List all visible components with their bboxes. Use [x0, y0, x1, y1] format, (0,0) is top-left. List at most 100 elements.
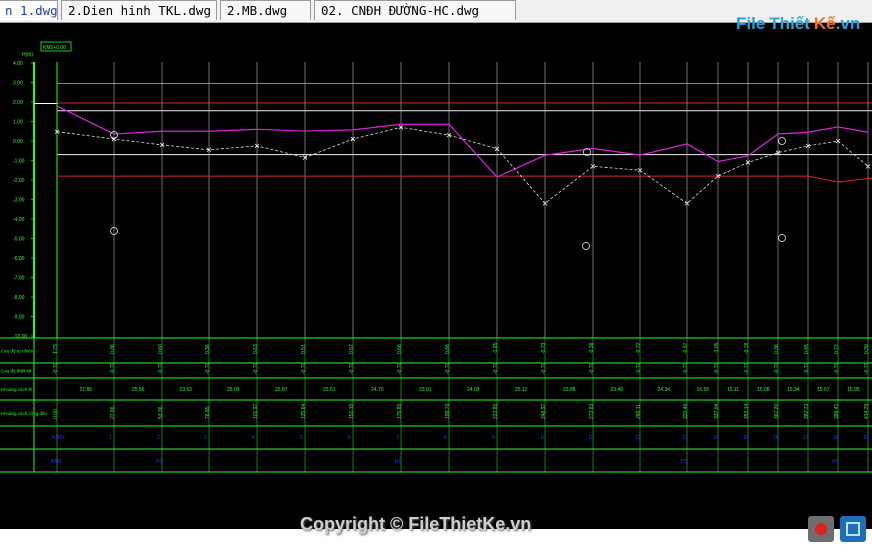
survey-marker-icon — [778, 137, 786, 145]
segment-distance-value: 24.34 — [658, 387, 671, 393]
design-elevation-value: -0.70 — [714, 362, 720, 374]
profile-drawing: H(m)KM0+0.004.003.002.001.000.00-1.00-2.… — [0, 41, 872, 473]
table-row-label: Cao độ thiết kế — [1, 369, 32, 374]
design-elevation-value: -0.70 — [864, 362, 870, 374]
station-number: 2 — [157, 435, 160, 441]
cumulative-distance-value: 101.97 — [253, 403, 259, 419]
y-axis-title: H(m) — [22, 52, 33, 58]
y-tick-label: -10.00 — [13, 334, 27, 340]
natural-elevation-value: -0.38 — [589, 342, 595, 354]
station-number: 4 — [252, 435, 255, 441]
tab-mb[interactable]: 2.MB.dwg — [220, 0, 311, 20]
design-elevation-value: -0.70 — [445, 362, 451, 374]
km-label: KM0+0.00 — [43, 45, 66, 51]
natural-elevation-value: -0.76 — [744, 342, 750, 354]
segment-distance-value: 16.56 — [697, 387, 710, 393]
segment-distance-value: 23.49 — [611, 387, 624, 393]
record-icon[interactable] — [808, 516, 834, 542]
tab-cndh-duong-hc[interactable]: 02. CNĐH ĐƯỜNG-HC.dwg — [314, 0, 516, 20]
cumulative-distance-value: 223.85 — [493, 403, 499, 419]
station-number: 12 — [635, 435, 641, 441]
cumulative-distance-value: 125.64 — [301, 403, 307, 419]
y-tick-label: -4.00 — [13, 217, 25, 223]
design-elevation-value: -0.70 — [683, 362, 689, 374]
station-number: 7 — [396, 435, 399, 441]
natural-elevation-value: -0.73 — [541, 342, 547, 354]
station-name: H2 — [395, 459, 402, 465]
natural-elevation-value: -0.72 — [636, 342, 642, 354]
tab-document-1[interactable]: n 1.dwg — [0, 0, 58, 20]
natural-elevation-value: 0.57 — [349, 344, 355, 354]
natural-elevation-value: 0.51 — [301, 344, 307, 354]
natural-elevation-value: 1.79 — [53, 344, 59, 354]
segment-distance-value: 23.91 — [419, 387, 432, 393]
y-tick-label: -1.00 — [13, 159, 25, 165]
natural-elevation-value: -0.97 — [683, 342, 689, 354]
y-tick-label: 0.00 — [13, 139, 23, 145]
station-number: 6 — [348, 435, 351, 441]
segment-distance-value: 24.09 — [467, 387, 480, 393]
station-number: 9 — [492, 435, 495, 441]
natural-elevation-value: 0.66 — [397, 344, 403, 354]
cumulative-distance-value: 320.45 — [683, 403, 689, 419]
design-elevation-value: -0.70 — [493, 362, 499, 374]
station-number: 19 — [863, 435, 869, 441]
y-tick-label: -7.00 — [13, 276, 25, 282]
station-number: 8 — [444, 435, 447, 441]
design-elevation-value: -0.70 — [834, 362, 840, 374]
y-tick-label: 4.00 — [13, 61, 23, 67]
natural-elevation-value: 0.30 — [864, 344, 870, 354]
survey-marker-icon — [778, 234, 786, 242]
natural-elevation-value: 0.36 — [774, 344, 780, 354]
station-number: 1 — [109, 435, 112, 441]
survey-marker-icon — [582, 242, 590, 250]
station-number: KM0+ — [52, 435, 65, 441]
segment-distance-value: 24.70 — [371, 387, 384, 393]
lower-red-line — [57, 175, 872, 183]
segment-distance-value: 23.51 — [323, 387, 336, 393]
workspace-icon[interactable] — [840, 516, 866, 542]
natural-elevation-value: 0.60 — [158, 344, 164, 354]
design-elevation-value: -0.70 — [349, 362, 355, 374]
cumulative-distance-value: 0.00 — [53, 409, 59, 419]
design-elevation-value: -0.70 — [110, 362, 116, 374]
y-tick-label: 2.00 — [13, 100, 23, 106]
station-name: H3 — [681, 459, 688, 465]
y-tick-label: 1.00 — [13, 120, 23, 126]
station-number: 15 — [743, 435, 749, 441]
natural-elevation-value: 0.45 — [804, 344, 810, 354]
cumulative-distance-value: 398.41 — [834, 403, 840, 419]
segment-distance-value: 25.09 — [227, 387, 240, 393]
natural-elevation-value: -1.85 — [493, 342, 499, 354]
y-tick-label: -2.00 — [13, 178, 25, 184]
design-elevation-value: -0.70 — [53, 362, 59, 374]
segment-distance-value: 15.95 — [847, 387, 860, 393]
design-elevation-value: -0.70 — [301, 362, 307, 374]
cumulative-distance-value: 337.04 — [714, 403, 720, 419]
table-row-label: Khoảng cách lẻ — [1, 387, 33, 392]
segment-distance-value: 27.86 — [80, 387, 93, 393]
station-number: 13 — [682, 435, 688, 441]
y-tick-label: -6.00 — [13, 256, 25, 262]
cumulative-distance-value: 27.86 — [110, 406, 116, 419]
design-elevation-value: -0.70 — [636, 362, 642, 374]
station-number: 14 — [713, 435, 719, 441]
y-tick-label: 3.00 — [13, 81, 23, 87]
station-number: 5 — [300, 435, 303, 441]
natural-elevation-value: 0.63 — [253, 344, 259, 354]
design-elevation-value: -0.70 — [205, 362, 211, 374]
station-number: 11 — [588, 435, 593, 441]
design-elevation-value: -0.70 — [804, 362, 810, 374]
natural-elevation-value: 0.86 — [445, 344, 451, 354]
station-name: KM0 — [51, 459, 62, 465]
cad-model-space[interactable]: H(m) KM0+0.00 4.00 3.00 2.00 1.00 0.00 -1.00 -2.… — [0, 22, 872, 529]
cumulative-distance-value: 272.83 — [589, 403, 595, 419]
tab-dien-hinh-tkl[interactable]: 2.Dien hinh TKL.dwg — [61, 0, 217, 20]
cumulative-distance-value: 248.97 — [541, 403, 547, 419]
y-tick-label: -3.00 — [13, 198, 25, 204]
cumulative-distance-value: 382.73 — [804, 403, 810, 419]
segment-distance-value: 15.11 — [727, 387, 739, 393]
cumulative-distance-value: 352.14 — [744, 403, 750, 419]
cumulative-distance-value: 175.85 — [397, 403, 403, 419]
filethietke-logo: File Thiết Kế.vn — [736, 14, 861, 33]
